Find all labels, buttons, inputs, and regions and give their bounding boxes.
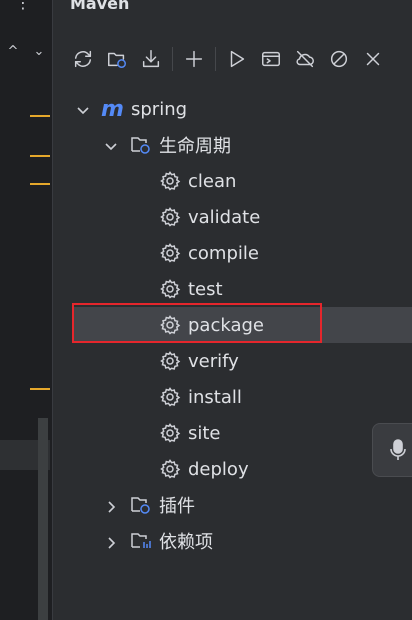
toolbar-separator [215, 47, 216, 71]
voice-input-button[interactable] [372, 423, 412, 477]
editor-nav: ^ ⌄ [0, 44, 52, 59]
generate-sources-button[interactable] [100, 44, 134, 74]
selection-highlight-box [72, 303, 322, 343]
prev-highlight-icon[interactable]: ^ [8, 44, 19, 59]
goal-label: clean [188, 170, 237, 192]
gear-icon [159, 458, 181, 480]
goal-label: install [188, 386, 242, 408]
goal-label: verify [188, 350, 239, 372]
skip-tests-icon [330, 50, 348, 68]
goal-row-clean[interactable]: clean [0, 163, 412, 199]
dependencies-label: 依赖项 [159, 532, 213, 553]
goal-row-test[interactable]: test [0, 271, 412, 307]
goal-row-install[interactable]: install [0, 379, 412, 415]
gear-icon [159, 170, 181, 192]
gear-icon [159, 422, 181, 444]
lifecycle-label: 生命周期 [159, 136, 231, 157]
tree-lifecycle-row[interactable]: 生命周期 [0, 127, 412, 163]
download-icon [142, 50, 160, 68]
panel-title: Maven [70, 0, 130, 13]
download-button[interactable] [134, 44, 168, 74]
more-options-icon[interactable]: ⋮ [15, 0, 31, 12]
goal-label: validate [188, 206, 261, 228]
reload-button[interactable] [66, 44, 100, 74]
goal-label: compile [188, 242, 259, 264]
lifecycle-folder-icon [130, 134, 152, 156]
offline-icon [296, 50, 314, 68]
maven-icon: m [101, 96, 124, 122]
goal-label: test [188, 278, 223, 300]
reload-icon [74, 50, 92, 68]
chevron-down-icon[interactable] [104, 138, 118, 152]
skip-tests-button[interactable] [322, 44, 356, 74]
project-name: spring [131, 98, 188, 120]
add-button[interactable] [177, 44, 211, 74]
gear-icon [159, 206, 181, 228]
gear-icon [159, 278, 181, 300]
toolbar-separator [172, 47, 173, 71]
goal-row-deploy[interactable]: deploy [0, 451, 412, 487]
chevron-right-icon[interactable] [104, 534, 118, 549]
goal-row-compile[interactable]: compile [0, 235, 412, 271]
run-icon [230, 50, 245, 68]
maven-toolbar [66, 44, 390, 74]
tree-plugins-row[interactable]: 插件 [0, 487, 412, 523]
goal-row-site[interactable]: site [0, 415, 412, 451]
goal-label: deploy [188, 458, 249, 480]
microphone-icon [390, 439, 406, 460]
execute-goal-icon [262, 51, 280, 67]
chevron-right-icon[interactable] [104, 498, 118, 513]
dependencies-folder-icon [130, 530, 152, 552]
gear-icon [159, 386, 181, 408]
execute-goal-button[interactable] [254, 44, 288, 74]
offline-mode-button[interactable] [288, 44, 322, 74]
next-highlight-icon[interactable]: ⌄ [34, 44, 45, 59]
tree-dependencies-row[interactable]: 依赖项 [0, 523, 412, 559]
collapse-icon [366, 52, 380, 66]
goal-row-validate[interactable]: validate [0, 199, 412, 235]
generate-sources-icon [108, 52, 126, 68]
gear-icon [159, 242, 181, 264]
collapse-button[interactable] [356, 44, 390, 74]
chevron-down-icon[interactable] [76, 102, 90, 116]
plugins-folder-icon [130, 494, 152, 516]
plugins-label: 插件 [159, 496, 195, 517]
run-button[interactable] [220, 44, 254, 74]
add-icon [185, 50, 203, 68]
goal-row-verify[interactable]: verify [0, 343, 412, 379]
goal-label: site [188, 422, 221, 444]
gear-icon [159, 350, 181, 372]
tree-project-row[interactable]: m spring [0, 91, 412, 127]
